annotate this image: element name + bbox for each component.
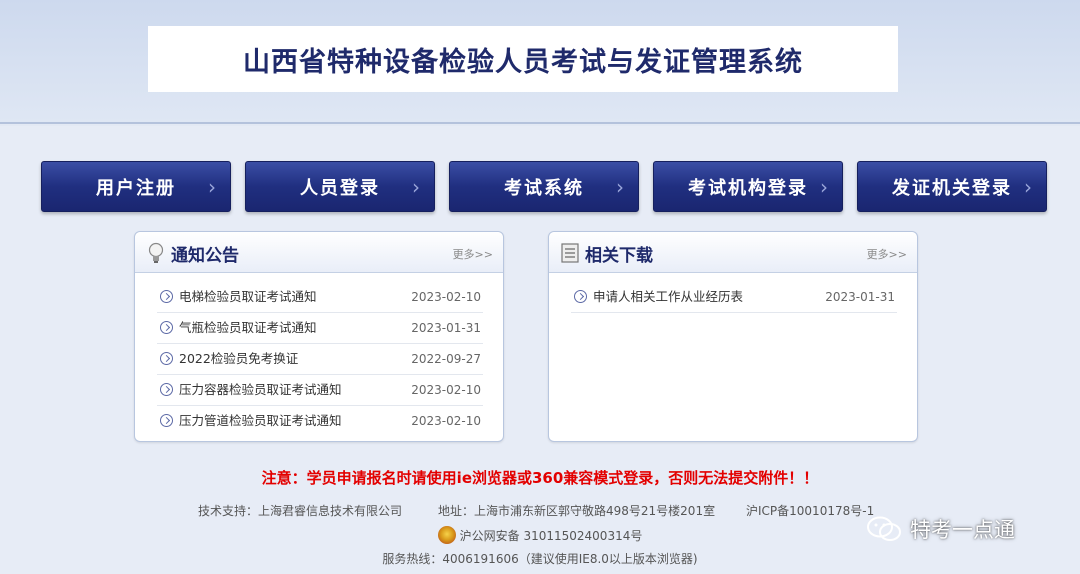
item-title: 压力管道检验员取证考试通知 <box>179 413 342 428</box>
chevron-right-icon: › <box>616 175 624 199</box>
circle-arrow-icon <box>160 290 173 303</box>
item-date: 2023-01-31 <box>411 321 481 335</box>
user-register-button[interactable]: 用户注册 › <box>41 161 231 212</box>
nav-label: 考试系统 <box>504 177 584 199</box>
nav-label: 考试机构登录 <box>688 177 808 199</box>
police-badge-icon <box>437 525 456 544</box>
item-date: 2023-02-10 <box>411 414 481 428</box>
notice-panel-title: 通知公告 <box>171 246 239 266</box>
download-panel-title: 相关下载 <box>585 246 653 266</box>
notice-panel-header: 通知公告 更多>> <box>135 232 503 273</box>
item-date: 2023-02-10 <box>411 383 481 397</box>
exam-institution-login-button[interactable]: 考试机构登录 › <box>653 161 843 212</box>
wechat-icon <box>867 516 901 541</box>
personnel-login-button[interactable]: 人员登录 › <box>245 161 435 212</box>
list-item[interactable]: 2022检验员免考换证 2022-09-27 <box>157 344 483 375</box>
watermark: 特考一点通 <box>866 511 1015 547</box>
nav-label: 用户注册 <box>96 177 176 199</box>
item-date: 2023-01-31 <box>825 290 895 304</box>
circle-arrow-icon <box>160 383 173 396</box>
list-item[interactable]: 压力管道检验员取证考试通知 2023-02-10 <box>157 406 483 437</box>
page-title: 山西省特种设备检验人员考试与发证管理系统 <box>243 46 803 78</box>
item-title: 电梯检验员取证考试通知 <box>179 289 317 304</box>
browser-warning: 注意：学员申请报名时请使用ie浏览器或360兼容模式登录，否则无法提交附件！！ <box>261 469 819 487</box>
watermark-text: 特考一点通 <box>910 518 1015 542</box>
circle-arrow-icon <box>160 321 173 334</box>
issuing-authority-login-button[interactable]: 发证机关登录 › <box>857 161 1047 212</box>
list-item[interactable]: 气瓶检验员取证考试通知 2023-01-31 <box>157 313 483 344</box>
document-icon <box>561 243 579 263</box>
main-navigation: 用户注册 › 人员登录 › 考试系统 › 考试机构登录 › 发证机关登录 › <box>41 161 1047 212</box>
download-panel-header: 相关下载 更多>> <box>549 232 917 273</box>
download-more-link[interactable]: 更多>> <box>867 246 907 262</box>
nav-label: 发证机关登录 <box>892 177 1012 199</box>
item-date: 2022-09-27 <box>411 352 481 366</box>
chevron-right-icon: › <box>1024 175 1032 199</box>
icp-record[interactable]: 沪ICP备10010178号-1 <box>746 502 874 519</box>
item-title: 压力容器检验员取证考试通知 <box>179 382 342 397</box>
circle-arrow-icon <box>574 290 587 303</box>
hotline: 服务热线：4006191606（建议使用IE8.0以上版本浏览器) <box>382 552 698 566</box>
address: 地址：上海市浦东新区郭守敬路498号21号楼201室 <box>438 504 716 518</box>
title-box: 山西省特种设备检验人员考试与发证管理系统 <box>148 26 898 92</box>
download-panel: 相关下载 更多>> 申请人相关工作从业经历表 2023-01-31 <box>548 231 918 442</box>
police-record[interactable]: 沪公网安备 31011502400314号 <box>460 529 643 543</box>
list-item[interactable]: 电梯检验员取证考试通知 2023-02-10 <box>157 282 483 313</box>
notice-more-link[interactable]: 更多>> <box>453 246 493 262</box>
circle-arrow-icon <box>160 352 173 365</box>
chevron-right-icon: › <box>820 175 828 199</box>
list-item[interactable]: 申请人相关工作从业经历表 2023-01-31 <box>571 282 897 313</box>
header-banner: 山西省特种设备检验人员考试与发证管理系统 <box>0 0 1080 124</box>
lightbulb-icon <box>148 242 164 263</box>
item-date: 2023-02-10 <box>411 290 481 304</box>
chevron-right-icon: › <box>208 175 216 199</box>
notice-list: 电梯检验员取证考试通知 2023-02-10 气瓶检验员取证考试通知 2023-… <box>157 282 483 437</box>
list-item[interactable]: 压力容器检验员取证考试通知 2023-02-10 <box>157 375 483 406</box>
circle-arrow-icon <box>160 414 173 427</box>
notice-panel: 通知公告 更多>> 电梯检验员取证考试通知 2023-02-10 气瓶检验员取证… <box>134 231 504 442</box>
tech-support: 技术支持：上海君睿信息技术有限公司 <box>198 504 403 518</box>
item-title: 2022检验员免考换证 <box>179 351 299 366</box>
item-title: 气瓶检验员取证考试通知 <box>179 320 317 335</box>
chevron-right-icon: › <box>412 175 420 199</box>
item-title: 申请人相关工作从业经历表 <box>593 289 744 304</box>
download-list: 申请人相关工作从业经历表 2023-01-31 <box>571 282 897 313</box>
exam-system-button[interactable]: 考试系统 › <box>449 161 639 212</box>
nav-label: 人员登录 <box>300 177 380 199</box>
